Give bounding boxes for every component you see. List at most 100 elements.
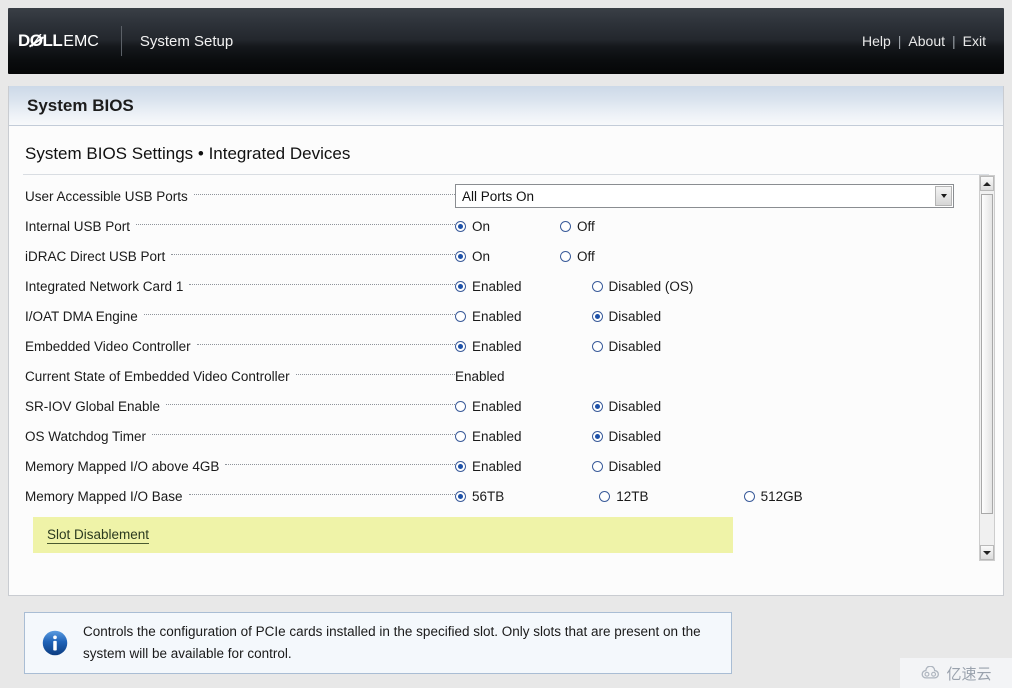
radio-option[interactable]: Disabled xyxy=(592,339,662,354)
setting-row: OS Watchdog Timer Enabled Disabled xyxy=(9,421,1003,451)
radio-label: Off xyxy=(577,249,595,264)
slot-disablement-link[interactable]: Slot Disablement xyxy=(47,527,149,544)
radio-selected-icon[interactable] xyxy=(455,491,466,502)
panel-title-text: System BIOS xyxy=(27,96,134,116)
radio-unselected-icon[interactable] xyxy=(592,341,603,352)
setting-control-cell: Enabled Disabled xyxy=(455,301,1003,331)
panel-title-bar: System BIOS xyxy=(9,86,1003,126)
scroll-down-arrow-icon[interactable] xyxy=(980,545,994,560)
link-separator-1: | xyxy=(898,33,902,49)
setting-row: iDRAC Direct USB Port On Off xyxy=(9,241,1003,271)
radio-unselected-icon[interactable] xyxy=(592,461,603,472)
radio-unselected-icon[interactable] xyxy=(560,221,571,232)
emc-wordmark: EMC xyxy=(63,33,99,51)
radio-option[interactable]: Enabled xyxy=(455,429,522,444)
radio-unselected-icon[interactable] xyxy=(744,491,755,502)
setting-label: Memory Mapped I/O above 4GB xyxy=(25,459,225,474)
radio-selected-icon[interactable] xyxy=(592,311,603,322)
info-text: Controls the configuration of PCIe cards… xyxy=(83,621,717,665)
dropdown-value: All Ports On xyxy=(456,189,534,204)
setting-control-cell: All Ports On xyxy=(455,181,1003,211)
radio-unselected-icon[interactable] xyxy=(592,281,603,292)
radio-label: Disabled xyxy=(609,339,662,354)
setting-control-cell: Enabled xyxy=(455,361,1003,391)
radio-unselected-icon[interactable] xyxy=(455,431,466,442)
radio-option[interactable]: On xyxy=(455,219,490,234)
setting-row: Integrated Network Card 1 Enabled Disabled… xyxy=(9,271,1003,301)
setting-label-cell: Integrated Network Card 1 xyxy=(25,271,455,301)
radio-label: Enabled xyxy=(472,339,522,354)
radio-option[interactable]: Enabled xyxy=(455,459,522,474)
setting-label: OS Watchdog Timer xyxy=(25,429,152,444)
radio-unselected-icon[interactable] xyxy=(599,491,610,502)
chevron-down-icon[interactable] xyxy=(935,186,952,206)
radio-selected-icon[interactable] xyxy=(455,461,466,472)
setting-label: Embedded Video Controller xyxy=(25,339,197,354)
radio-option[interactable]: Disabled xyxy=(592,429,662,444)
radio-label: Off xyxy=(577,219,595,234)
setting-label: iDRAC Direct USB Port xyxy=(25,249,171,264)
radio-option[interactable]: Disabled xyxy=(592,459,662,474)
setting-control-cell: Enabled Disabled xyxy=(455,391,1003,421)
radio-unselected-icon[interactable] xyxy=(560,251,571,262)
radio-selected-icon[interactable] xyxy=(592,431,603,442)
header-title: System Setup xyxy=(140,33,233,50)
watermark: 亿速云 xyxy=(900,658,1012,688)
setting-label-cell: Memory Mapped I/O Base xyxy=(25,481,455,511)
radio-label: Disabled xyxy=(609,459,662,474)
radio-label: Enabled xyxy=(472,399,522,414)
radio-option[interactable]: Enabled xyxy=(455,309,522,324)
radio-option[interactable]: 12TB xyxy=(599,489,648,504)
highlight-band[interactable]: Slot Disablement xyxy=(33,517,733,553)
leader-dots xyxy=(166,404,455,405)
radio-selected-icon[interactable] xyxy=(455,251,466,262)
scroll-up-arrow-icon[interactable] xyxy=(980,176,994,191)
about-link[interactable]: About xyxy=(908,33,945,49)
radio-option[interactable]: Off xyxy=(560,219,595,234)
radio-unselected-icon[interactable] xyxy=(455,311,466,322)
link-separator-2: | xyxy=(952,33,956,49)
radio-option[interactable]: Disabled xyxy=(592,399,662,414)
setting-label-cell: I/OAT DMA Engine xyxy=(25,301,455,331)
app-header: DØLLEMC System Setup Help | About | Exit xyxy=(8,8,1004,74)
radio-selected-icon[interactable] xyxy=(455,221,466,232)
radio-option[interactable]: Enabled xyxy=(455,339,522,354)
setting-row: I/OAT DMA Engine Enabled Disabled xyxy=(9,301,1003,331)
radio-option[interactable]: Disabled xyxy=(592,309,662,324)
settings-scrollbar[interactable] xyxy=(979,175,995,561)
setting-row: User Accessible USB PortsAll Ports On xyxy=(9,181,1003,211)
exit-link[interactable]: Exit xyxy=(963,33,986,49)
slot-disablement-row[interactable]: Slot Disablement xyxy=(9,517,1003,553)
help-info-box: Controls the configuration of PCIe cards… xyxy=(24,612,732,674)
radio-unselected-icon[interactable] xyxy=(455,401,466,412)
setting-label: Integrated Network Card 1 xyxy=(25,279,189,294)
setting-control-cell: 56TB 12TB 512GB xyxy=(455,481,1003,511)
radio-selected-icon[interactable] xyxy=(592,401,603,412)
radio-label: Enabled xyxy=(472,309,522,324)
radio-label: Enabled xyxy=(472,459,522,474)
radio-selected-icon[interactable] xyxy=(455,281,466,292)
scrollbar-thumb[interactable] xyxy=(981,194,993,514)
settings-list: User Accessible USB PortsAll Ports On Int… xyxy=(9,175,1003,563)
radio-option[interactable]: 512GB xyxy=(744,489,803,504)
radio-option[interactable]: 56TB xyxy=(455,489,504,504)
usb-ports-dropdown[interactable]: All Ports On xyxy=(455,184,954,208)
radio-option[interactable]: Disabled (OS) xyxy=(592,279,694,294)
readonly-value: Enabled xyxy=(455,369,505,384)
help-link[interactable]: Help xyxy=(862,33,891,49)
radio-option[interactable]: Enabled xyxy=(455,279,522,294)
radio-option[interactable]: On xyxy=(455,249,490,264)
info-icon xyxy=(41,629,69,657)
leader-dots xyxy=(136,224,455,225)
radio-option[interactable]: Enabled xyxy=(455,399,522,414)
setting-label-cell: Memory Mapped I/O above 4GB xyxy=(25,451,455,481)
setting-control-cell: Enabled Disabled xyxy=(455,451,1003,481)
radio-option[interactable]: Off xyxy=(560,249,595,264)
setting-label: Current State of Embedded Video Controll… xyxy=(25,369,296,384)
cloud-icon xyxy=(920,666,942,681)
setting-label-cell: OS Watchdog Timer xyxy=(25,421,455,451)
header-divider xyxy=(121,26,122,56)
leader-dots xyxy=(225,464,455,465)
radio-selected-icon[interactable] xyxy=(455,341,466,352)
radio-label: 12TB xyxy=(616,489,648,504)
